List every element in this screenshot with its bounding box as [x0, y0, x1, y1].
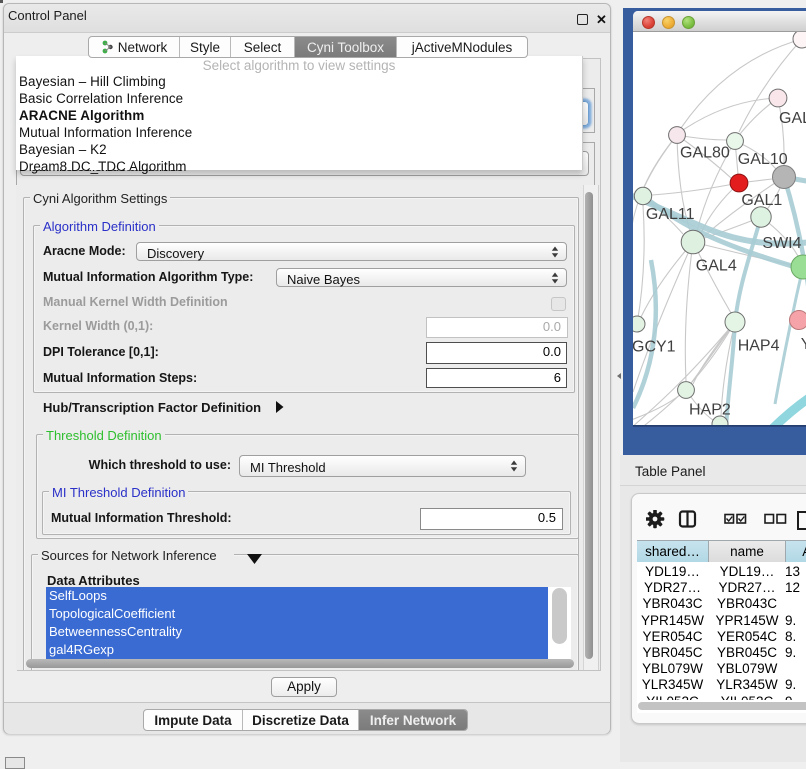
svg-text:GAL80: GAL80 — [680, 145, 730, 162]
svg-text:GAL4: GAL4 — [696, 258, 737, 275]
svg-text:SWI4: SWI4 — [762, 235, 801, 252]
svg-text:HAP2: HAP2 — [689, 401, 731, 418]
svg-text:GCY1: GCY1 — [633, 339, 676, 356]
svg-text:GAL: GAL — [779, 110, 806, 127]
svg-text:HAP4: HAP4 — [738, 337, 780, 354]
svg-text:Y: Y — [801, 336, 806, 353]
svg-text:GAL10: GAL10 — [738, 151, 788, 168]
svg-text:GAL1: GAL1 — [741, 192, 782, 209]
svg-text:GAL11: GAL11 — [646, 206, 695, 223]
